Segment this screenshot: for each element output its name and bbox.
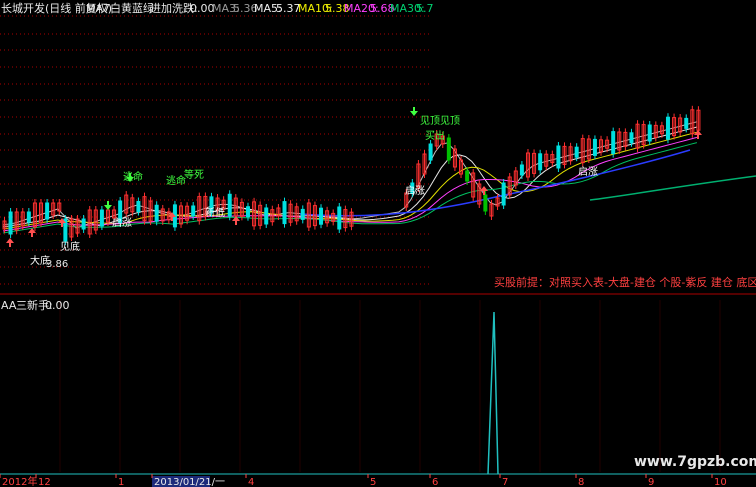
candle-body [45, 202, 50, 220]
candle-body [264, 207, 269, 225]
x-tick-label: 8 [578, 477, 584, 487]
candle-body [337, 206, 342, 230]
buy-note: 买股前提：对照买入表-大盘-建仓 个股-紫反 建仓 底区 [494, 276, 756, 289]
candle-body [26, 211, 31, 223]
x-tick-label: 2013/01/21/一 [154, 477, 225, 487]
candle-body [574, 146, 579, 158]
signal-label: 买出 [425, 129, 445, 142]
candle-body [483, 194, 488, 212]
candle-body [154, 204, 159, 222]
candle-body [519, 164, 524, 176]
candle-body [684, 117, 689, 129]
candle-body [465, 170, 470, 182]
x-tick-label: 5 [370, 477, 376, 487]
candle-body [227, 193, 232, 217]
signal-markers: 逃命逃命等死见底大底启涨新低启涨见顶见顶买出启涨 [6, 107, 702, 267]
signal-label: 启涨 [578, 165, 598, 178]
candle-body [446, 137, 451, 161]
x-tick-label: 6 [432, 477, 438, 487]
candle-body [611, 131, 616, 155]
sub-series-value: 0.00 [45, 299, 70, 312]
candle-body [81, 218, 86, 230]
signal-label: 启涨 [112, 216, 132, 229]
x-tick-label: 10 [714, 477, 727, 487]
candle-body [647, 124, 652, 142]
indicator-name: MA7白黄蓝绿 [86, 2, 155, 15]
ma30-value: 5.7 [416, 2, 434, 15]
candle-body [501, 182, 506, 206]
ma5-value: 5.37 [276, 2, 301, 15]
candle-body [556, 145, 561, 169]
candle-body [245, 206, 250, 218]
long-ma-line-2 [589, 175, 756, 201]
grid-lines [0, 15, 756, 475]
candle-body [282, 201, 287, 225]
candle-body [191, 205, 196, 217]
sub-indicator-name: AA [1, 299, 17, 312]
candle-body [665, 116, 670, 140]
candle-body [428, 143, 433, 161]
x-tick-label: 2012年 [2, 475, 37, 487]
sell-arrow-icon [104, 201, 112, 210]
signal-label: 见底 [60, 240, 80, 253]
x-tick-label: 9 [648, 477, 654, 487]
x-tick-label: 4 [248, 477, 254, 487]
stock-chart: 逃命逃命等死见底大底启涨新低启涨见顶见顶买出启涨 2012年1212013/01… [0, 15, 756, 487]
x-tick-label: 12 [38, 477, 51, 487]
candle-body [300, 208, 305, 220]
x-tick-label: 7 [502, 477, 508, 487]
sub-panel-series [0, 311, 756, 475]
x-axis: 2012年 12 1 2013/01/21/一 4 5 6 7 8 9 10 [0, 474, 727, 487]
signal-label: 新低 [205, 206, 225, 219]
buy-arrow-icon [6, 238, 14, 247]
candle-body [592, 138, 597, 156]
signal-label: 见顶 [420, 115, 440, 127]
sell-arrow-icon [410, 107, 418, 116]
flush-value: 0.00 [190, 2, 215, 15]
candle-body [538, 153, 543, 171]
signal-label: 等死 [184, 168, 204, 181]
candle-body [99, 209, 104, 227]
spike-line [487, 311, 499, 475]
x-tick-label: 1 [118, 477, 124, 487]
signal-label: 逃命 [166, 174, 186, 187]
signal-label: 见顶 [440, 115, 460, 127]
candle-body [629, 132, 634, 144]
signal-label: 启涨 [405, 184, 425, 197]
watermark: www.7gpzb.com [634, 454, 756, 470]
candle-body [8, 211, 13, 235]
low-price-label: 3.86 [46, 259, 69, 270]
signal-label: 逃命 [123, 170, 143, 183]
candle-body [136, 200, 141, 212]
candle-body [319, 207, 324, 225]
